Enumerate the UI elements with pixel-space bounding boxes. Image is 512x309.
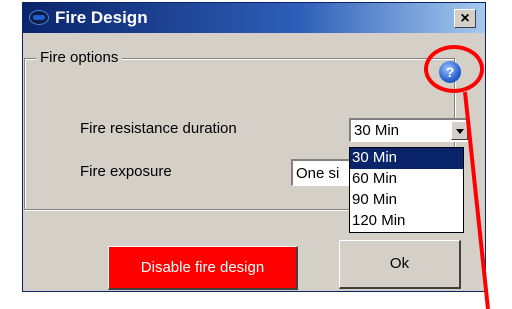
highlight-pointer-line — [463, 91, 490, 309]
